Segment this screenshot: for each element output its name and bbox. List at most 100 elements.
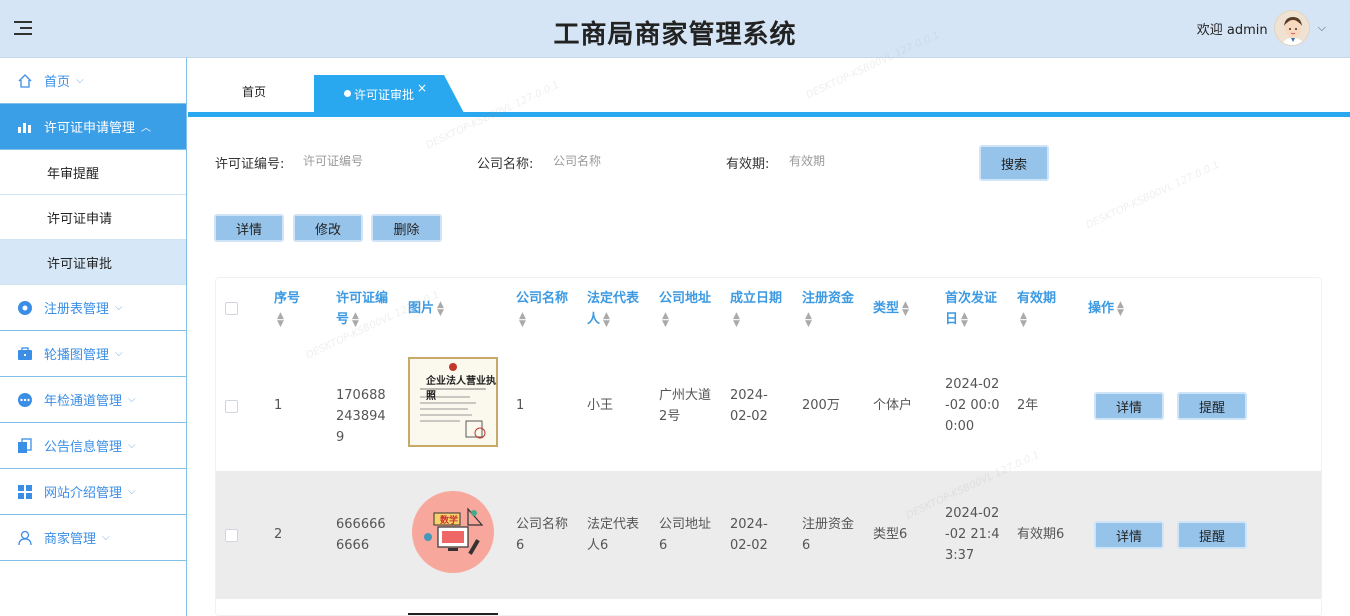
column-header-founded[interactable]: 成立日期 ▲ ▼	[730, 288, 786, 330]
sidebar-item-carousel[interactable]: 轮播图管理 ⌵	[0, 331, 186, 377]
cell-type: 类型6	[873, 527, 908, 542]
cell-license-no: 1706882438949	[336, 388, 386, 445]
sort-icon[interactable]: ▲ ▼	[352, 311, 359, 328]
sidebar-item-site-intro[interactable]: 网站介绍管理 ⌵	[0, 469, 186, 515]
sidebar-item-merchants[interactable]: 商家管理 ⌵	[0, 515, 186, 561]
sort-icon[interactable]: ▲ ▼	[437, 300, 444, 317]
chart-icon	[17, 119, 33, 135]
tab-license-approve[interactable]: 许可证审批 ×	[314, 75, 464, 113]
chevron-down-icon: ⌵	[76, 75, 84, 86]
column-header-type[interactable]: 类型 ▲ ▼	[873, 298, 929, 319]
app-title: 工商局商家管理系统	[553, 20, 797, 50]
column-header-validity[interactable]: 有效期 ▲ ▼	[1017, 288, 1073, 330]
column-header-license-no[interactable]: 许可证编号 ▲ ▼	[336, 288, 392, 330]
ellipsis-circle-icon	[17, 392, 33, 408]
validity-label: 有效期:	[726, 157, 770, 172]
column-header-capital[interactable]: 注册资金 ▲ ▼	[802, 288, 858, 330]
sort-icon[interactable]: ▲ ▼	[603, 311, 610, 328]
row-detail-button[interactable]: 详情	[1094, 392, 1164, 420]
avatar[interactable]	[1273, 10, 1310, 46]
sidebar-item-label: 首页	[44, 75, 71, 90]
cell-license-no: 6666666666	[336, 517, 386, 553]
sort-icon[interactable]: ▲ ▼	[277, 311, 284, 328]
briefcase-icon	[17, 346, 33, 362]
column-header-image[interactable]: 图片 ▲ ▼	[408, 298, 468, 319]
sidebar-subitem-license-apply[interactable]: 许可证申请	[0, 195, 186, 240]
sort-icon[interactable]: ▲ ▼	[519, 311, 526, 328]
license-no-input[interactable]	[303, 148, 453, 174]
sort-icon[interactable]: ▲ ▼	[805, 311, 812, 328]
sidebar-item-inspection-channel[interactable]: 年检通道管理 ⌵	[0, 377, 186, 423]
row-checkbox[interactable]	[225, 529, 238, 542]
chevron-down-icon: ⌵	[115, 348, 123, 359]
select-all-checkbox[interactable]	[225, 302, 238, 315]
cell-legal-rep: 法定代表人6	[587, 517, 640, 553]
chevron-down-icon: ⌵	[128, 440, 136, 451]
cell-company: 1	[516, 398, 525, 413]
cell-address: 广州大道2号	[659, 388, 712, 424]
column-header-first-issue[interactable]: 首次发证日 ▲ ▼	[945, 288, 1001, 330]
copy-icon	[17, 437, 33, 454]
sidebar-item-label: 年检通道管理	[44, 394, 123, 409]
sort-icon[interactable]: ▲ ▼	[733, 311, 740, 328]
cell-company: 公司名称6	[516, 517, 569, 553]
sidebar-subitem-annual-reminder[interactable]: 年审提醒	[0, 150, 186, 195]
chevron-down-icon: ⌵	[102, 532, 110, 543]
column-header-actions[interactable]: 操作 ▲ ▼	[1088, 298, 1148, 319]
column-header-company[interactable]: 公司名称 ▲ ▼	[516, 288, 572, 330]
detail-button[interactable]: 详情	[214, 214, 284, 242]
table-row[interactable]: 2 6666666666 数学 公司名称6 法定代表人6 公司地址6 2024-…	[216, 471, 1321, 599]
company-input[interactable]	[553, 148, 703, 174]
target-icon	[17, 300, 33, 316]
sort-icon[interactable]: ▲ ▼	[1117, 300, 1124, 317]
math-image-caption: 数学	[440, 516, 459, 526]
sort-icon[interactable]: ▲ ▼	[902, 300, 909, 317]
sidebar: 首页 ⌵ 许可证申请管理 ︿ 年审提醒 许可证申请 许可证审批 注册表管理 ⌵ …	[0, 58, 187, 616]
math-image[interactable]: 数学	[412, 491, 494, 573]
watermark: DESKTOP-KSB00VL 127.0.0.1	[1084, 159, 1222, 232]
tab-bar: 首页 许可证审批 ×	[188, 75, 1350, 113]
close-icon[interactable]: ×	[417, 81, 427, 95]
tab-label: 许可证审批	[354, 88, 415, 102]
column-header-index[interactable]: 序号 ▲ ▼	[274, 288, 324, 330]
validity-input[interactable]	[789, 148, 939, 174]
column-header-address[interactable]: 公司地址 ▲ ▼	[659, 288, 715, 330]
row-remind-button[interactable]: 提醒	[1177, 392, 1247, 420]
sidebar-item-announcements[interactable]: 公告信息管理 ⌵	[0, 423, 186, 469]
tab-underline	[188, 112, 1350, 117]
sidebar-item-label: 网站介绍管理	[44, 486, 123, 501]
cell-founded: 2024-02-02	[730, 517, 768, 553]
cell-validity: 2年	[1017, 398, 1039, 413]
edit-button[interactable]: 修改	[293, 214, 363, 242]
user-menu[interactable]: 欢迎 admin ⌵	[1197, 8, 1326, 48]
cell-legal-rep: 小王	[587, 398, 614, 413]
data-table: 序号 ▲ ▼ 许可证编号 ▲ ▼ 图片 ▲ ▼ 公司名称 ▲ ▼ 法定代表人 ▲ ▼ 公司地址 ▲ ▼ …	[215, 277, 1322, 616]
sidebar-subitem-license-approve[interactable]: 许可证审批	[0, 240, 186, 285]
sort-icon[interactable]: ▲ ▼	[961, 311, 968, 328]
license-image-caption: 企业法人营业执照	[426, 376, 496, 402]
sort-icon[interactable]: ▲ ▼	[662, 311, 669, 328]
table-row[interactable]: 1 1706882438949 企业法人营业执照 1 小王 广州大道2号 202…	[216, 342, 1321, 470]
home-icon	[17, 73, 33, 89]
search-button[interactable]: 搜索	[979, 145, 1049, 181]
row-checkbox[interactable]	[225, 400, 238, 413]
license-image[interactable]: 企业法人营业执照	[408, 357, 498, 447]
active-dot-icon	[344, 90, 351, 97]
tab-home[interactable]: 首页	[242, 83, 266, 100]
cell-capital: 注册资金6	[802, 517, 855, 553]
column-header-legal-rep[interactable]: 法定代表人 ▲ ▼	[587, 288, 643, 330]
row-remind-button[interactable]: 提醒	[1177, 521, 1247, 549]
user-icon	[17, 530, 33, 546]
cell-index: 2	[274, 527, 283, 542]
row-detail-button[interactable]: 详情	[1094, 521, 1164, 549]
delete-button[interactable]: 删除	[371, 214, 442, 242]
chevron-up-icon: ︿	[141, 123, 152, 134]
sidebar-item-registry[interactable]: 注册表管理 ⌵	[0, 285, 186, 331]
sidebar-item-label: 许可证申请管理	[44, 121, 136, 136]
cell-index: 1	[274, 398, 283, 413]
sidebar-item-home[interactable]: 首页 ⌵	[0, 58, 186, 104]
sort-icon[interactable]: ▲ ▼	[1020, 311, 1027, 328]
chevron-down-icon[interactable]: ⌵	[1318, 21, 1326, 35]
sidebar-item-license-apply[interactable]: 许可证申请管理 ︿	[0, 104, 186, 150]
cell-first-issue: 2024-02-02 21:43:37	[945, 506, 1000, 563]
